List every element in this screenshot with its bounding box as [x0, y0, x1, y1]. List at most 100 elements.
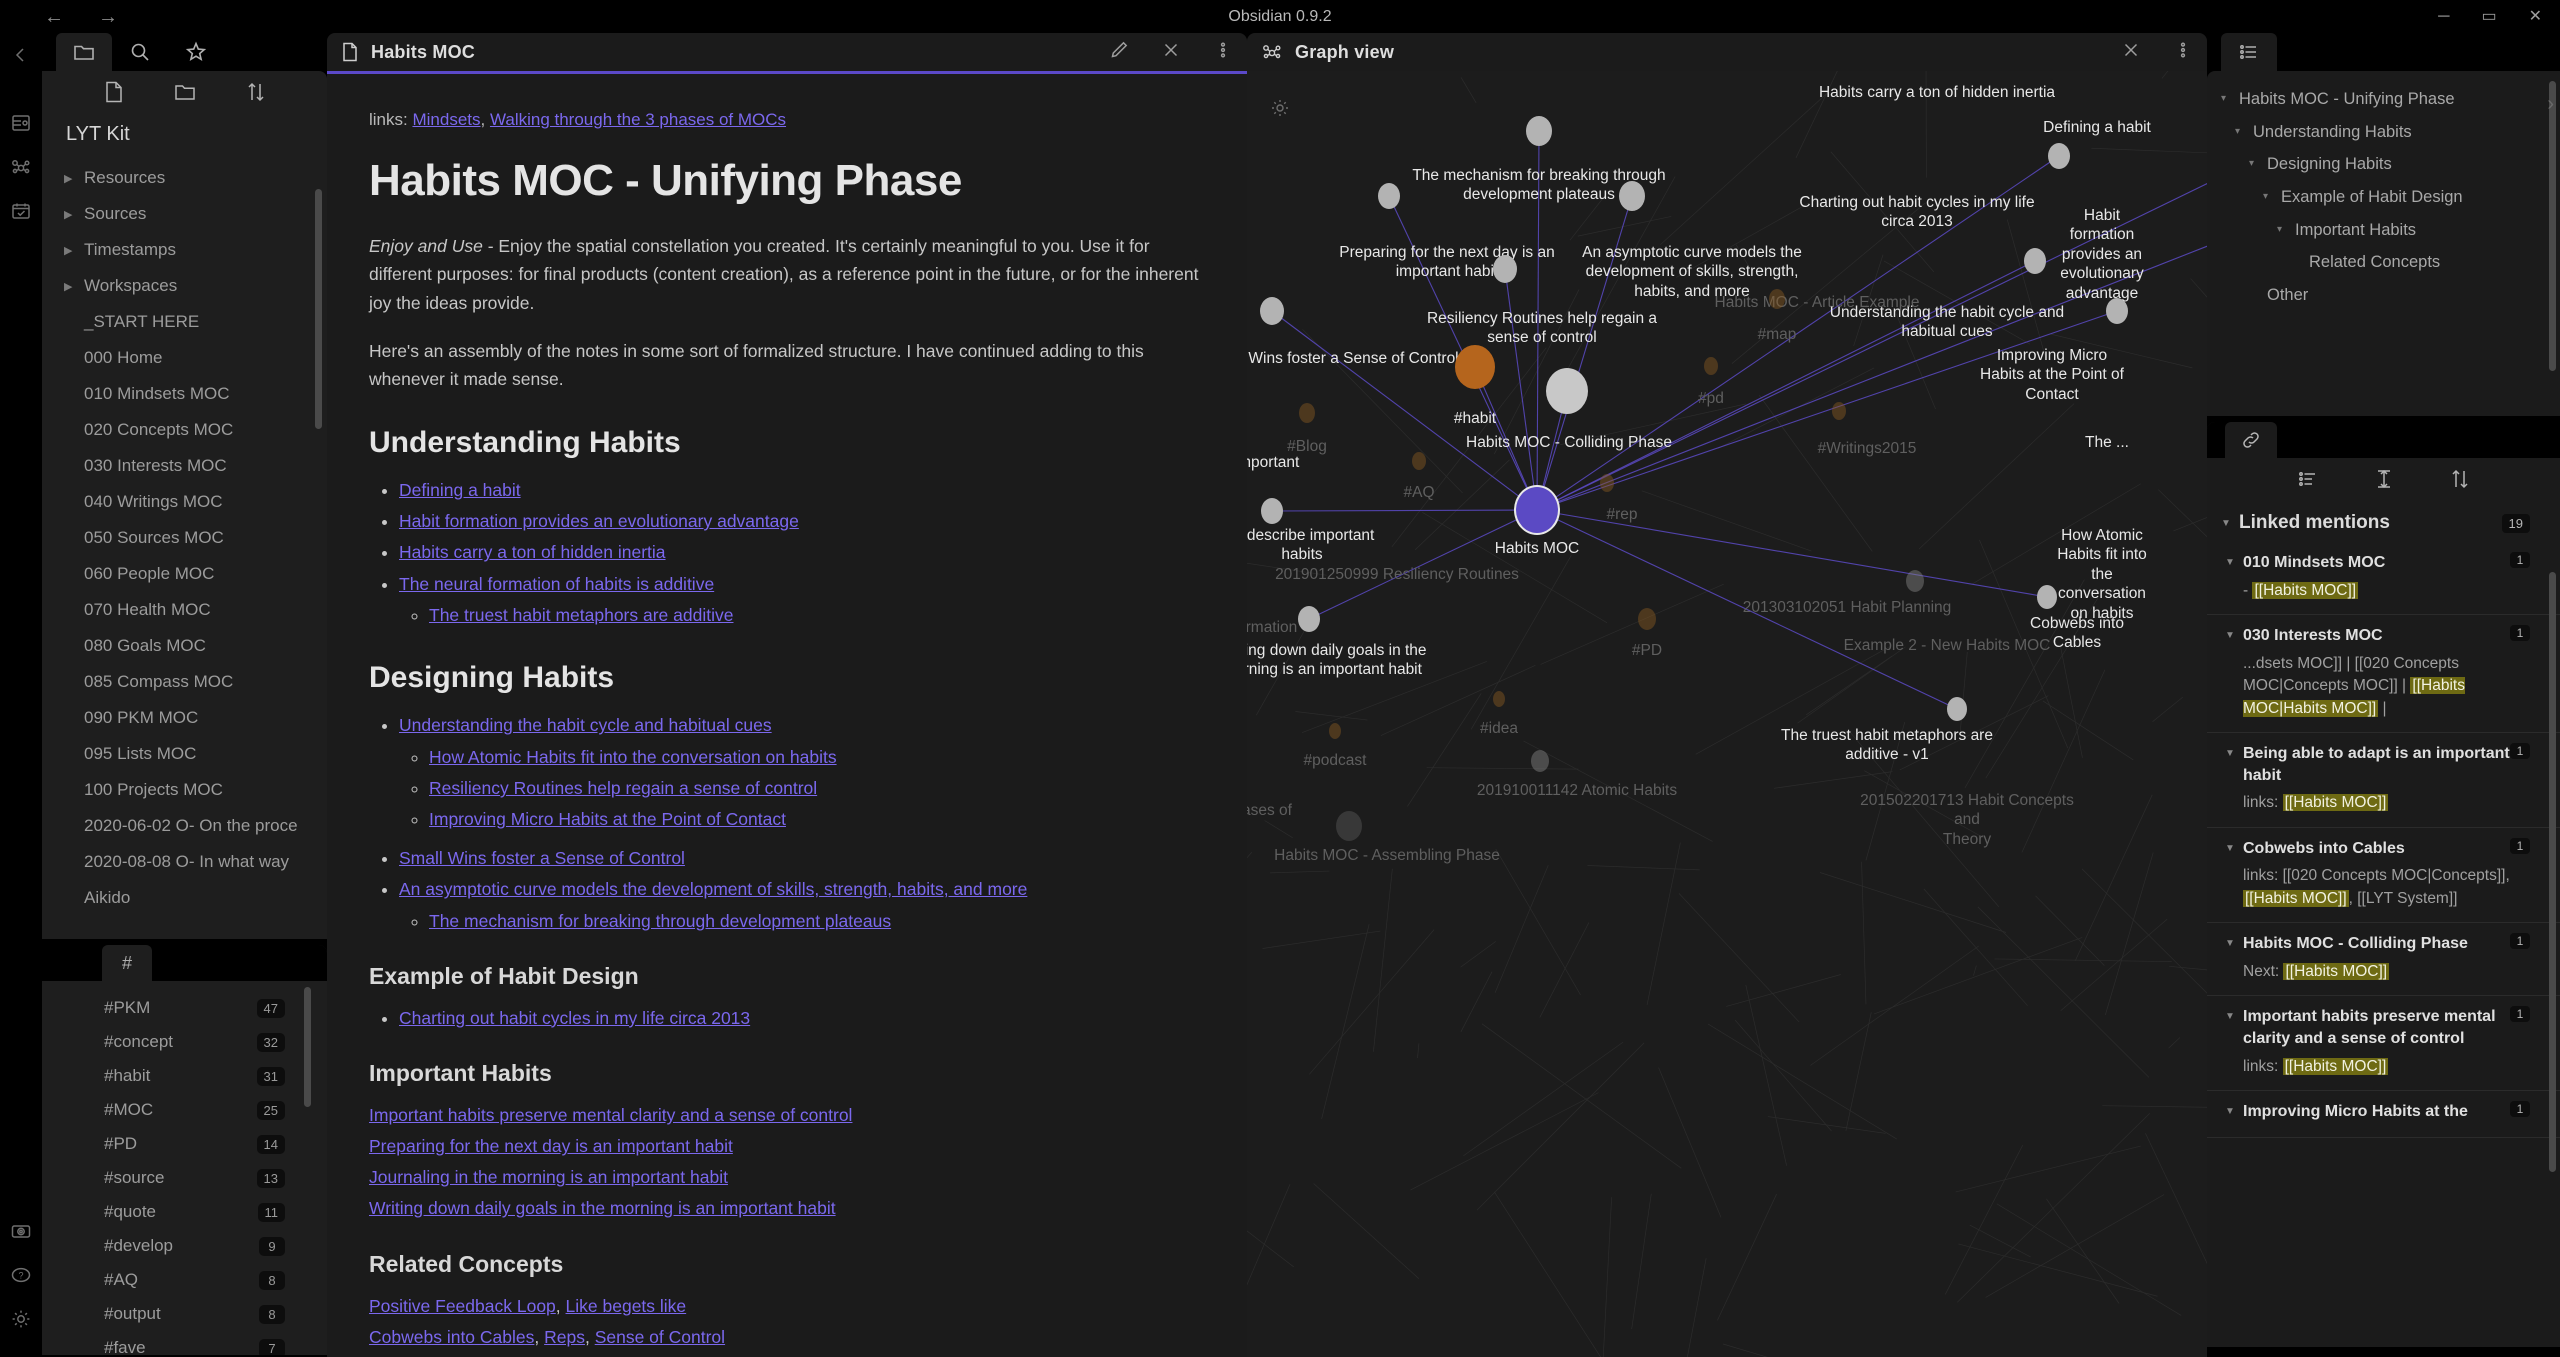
graph-canvas[interactable]: Habits carry a ton of hidden inertia Defi…: [1247, 71, 2207, 1357]
linked-mention-header[interactable]: ▼ Habits MOC - Colliding Phase 1: [2207, 923, 2560, 959]
internal-link[interactable]: Habits carry a ton of hidden inertia: [399, 542, 666, 562]
tag-list-item[interactable]: #PD 14: [42, 1127, 327, 1161]
internal-link[interactable]: Defining a habit: [399, 480, 521, 500]
chevron-down-icon[interactable]: ▼: [2225, 933, 2243, 949]
file-list-item[interactable]: ▶ Workspaces: [64, 268, 327, 304]
forward-button[interactable]: →: [98, 7, 118, 27]
tag-list-item[interactable]: #MOC 25: [42, 1093, 327, 1127]
linked-mention-snippet[interactable]: links: [[Habits MOC]]: [2207, 790, 2560, 816]
graph-node[interactable]: [1704, 357, 1718, 375]
graph-node[interactable]: [1531, 750, 1549, 772]
file-list-item[interactable]: 050 Sources MOC: [64, 520, 327, 556]
internal-link[interactable]: Small Wins foster a Sense of Control: [399, 848, 685, 868]
tag-list-scrollbar[interactable]: [304, 987, 311, 1107]
chevron-right-icon[interactable]: ›: [2547, 93, 2554, 116]
chevron-right-icon[interactable]: ▶: [64, 280, 84, 293]
outline-item[interactable]: ▾ Important Habits: [2207, 214, 2560, 247]
new-folder-icon[interactable]: [173, 80, 197, 109]
tag-list-item[interactable]: #PKM 47: [42, 991, 327, 1025]
outline-scrollbar[interactable]: [2549, 81, 2556, 371]
chevron-down-icon[interactable]: [2249, 285, 2267, 306]
graph-node[interactable]: [1832, 402, 1846, 420]
quick-switcher-icon[interactable]: [0, 101, 42, 145]
internal-link[interactable]: Cobwebs into Cables: [369, 1327, 534, 1347]
link-icon[interactable]: [2225, 422, 2277, 458]
sort-icon[interactable]: [2448, 467, 2472, 496]
note-tab[interactable]: Habits MOC: [327, 33, 1247, 71]
internal-link[interactable]: Preparing for the next day is an importa…: [369, 1136, 733, 1156]
graph-node[interactable]: [1378, 183, 1400, 209]
graph-icon[interactable]: [0, 145, 42, 189]
chevron-down-icon[interactable]: ▼: [2225, 1101, 2243, 1117]
graph-node[interactable]: [2048, 143, 2070, 169]
file-list-item[interactable]: 090 PKM MOC: [64, 700, 327, 736]
internal-link[interactable]: Walking through the 3 phases of MOCs: [490, 110, 786, 129]
file-list-item[interactable]: ▶ Timestamps: [64, 232, 327, 268]
internal-link[interactable]: Habit formation provides an evolutionary…: [399, 511, 799, 531]
linked-mention-header[interactable]: ▼ Important habits preserve mental clarit…: [2207, 996, 2560, 1053]
tag-list-item[interactable]: #AQ 8: [42, 1263, 327, 1297]
chevron-down-icon[interactable]: ▾: [2249, 154, 2267, 175]
close-icon[interactable]: [1161, 40, 1181, 65]
internal-link[interactable]: Sense of Control: [595, 1327, 725, 1347]
mentions-scrollbar[interactable]: [2549, 572, 2556, 1172]
internal-link[interactable]: Writing down daily goals in the morning …: [369, 1198, 836, 1218]
graph-node[interactable]: [1329, 723, 1341, 739]
chevron-down-icon[interactable]: ▾: [2277, 220, 2295, 241]
hash-icon[interactable]: #: [102, 945, 152, 981]
internal-link[interactable]: Reps: [544, 1327, 585, 1347]
file-list-item[interactable]: 010 Mindsets MOC: [64, 376, 327, 412]
chevron-down-icon[interactable]: [2291, 252, 2309, 273]
internal-link[interactable]: The mechanism for breaking through devel…: [429, 911, 891, 931]
help-icon[interactable]: ?: [0, 1253, 42, 1297]
file-list-item[interactable]: 030 Interests MOC: [64, 448, 327, 484]
graph-node[interactable]: [1261, 498, 1283, 524]
file-list-item[interactable]: 060 People MOC: [64, 556, 327, 592]
graph-node[interactable]: [1514, 485, 1560, 535]
list-icon[interactable]: [2296, 467, 2320, 496]
internal-link[interactable]: How Atomic Habits fit into the conversat…: [429, 747, 837, 767]
file-list-item[interactable]: ▶ Sources: [64, 196, 327, 232]
tag-list-item[interactable]: #fave 7: [42, 1331, 327, 1355]
file-list-item[interactable]: 000 Home: [64, 340, 327, 376]
graph-node[interactable]: [1947, 697, 1967, 721]
sort-icon[interactable]: [245, 80, 267, 109]
gear-icon[interactable]: [1269, 97, 1291, 124]
graph-tab[interactable]: Graph view: [1247, 33, 2207, 71]
camera-icon[interactable]: [0, 1209, 42, 1253]
internal-link[interactable]: Understanding the habit cycle and habitu…: [399, 715, 772, 735]
expand-context-icon[interactable]: [2372, 467, 2396, 496]
file-list-item[interactable]: _START HERE: [64, 304, 327, 340]
new-note-icon[interactable]: [103, 80, 125, 109]
tab-files[interactable]: [56, 33, 112, 71]
internal-link[interactable]: Important habits preserve mental clarity…: [369, 1105, 852, 1125]
internal-link[interactable]: Journaling in the morning is an importan…: [369, 1167, 728, 1187]
file-list-item[interactable]: 080 Goals MOC: [64, 628, 327, 664]
linked-mention-header[interactable]: ▼ Being able to adapt is an important hab…: [2207, 733, 2560, 790]
chevron-down-icon[interactable]: ▼: [2225, 838, 2243, 854]
chevron-down-icon[interactable]: ▼: [2225, 743, 2243, 759]
graph-node[interactable]: [1619, 181, 1645, 211]
internal-link[interactable]: Charting out habit cycles in my life cir…: [399, 1008, 750, 1028]
linked-mentions-header[interactable]: ▼ Linked mentions 19: [2207, 504, 2560, 542]
chevron-down-icon[interactable]: ▾: [2235, 122, 2253, 143]
linked-mention-header[interactable]: ▼ 030 Interests MOC 1: [2207, 615, 2560, 651]
linked-mention-snippet[interactable]: links: [[020 Concepts MOC|Concepts]], [[…: [2207, 863, 2560, 912]
file-list-item[interactable]: 070 Health MOC: [64, 592, 327, 628]
outline-item[interactable]: ▾ Understanding Habits: [2207, 116, 2560, 149]
internal-link[interactable]: Like begets like: [566, 1296, 687, 1316]
graph-node[interactable]: [1336, 811, 1362, 841]
graph-node[interactable]: [1493, 691, 1505, 707]
graph-node[interactable]: [1412, 452, 1426, 470]
file-list-item[interactable]: 2020-08-08 O- In what way: [64, 844, 327, 880]
graph-node[interactable]: [1455, 345, 1495, 389]
graph-node[interactable]: [1638, 608, 1656, 630]
collapse-left-icon[interactable]: [0, 33, 42, 77]
file-list-item[interactable]: 095 Lists MOC: [64, 736, 327, 772]
file-list-scrollbar[interactable]: [315, 189, 322, 429]
graph-node[interactable]: [1493, 255, 1517, 283]
internal-link[interactable]: An asymptotic curve models the developme…: [399, 879, 1027, 899]
graph-node[interactable]: [1260, 297, 1284, 325]
file-list-item[interactable]: ▶ Resources: [64, 160, 327, 196]
close-window-button[interactable]: ✕: [2529, 9, 2542, 25]
